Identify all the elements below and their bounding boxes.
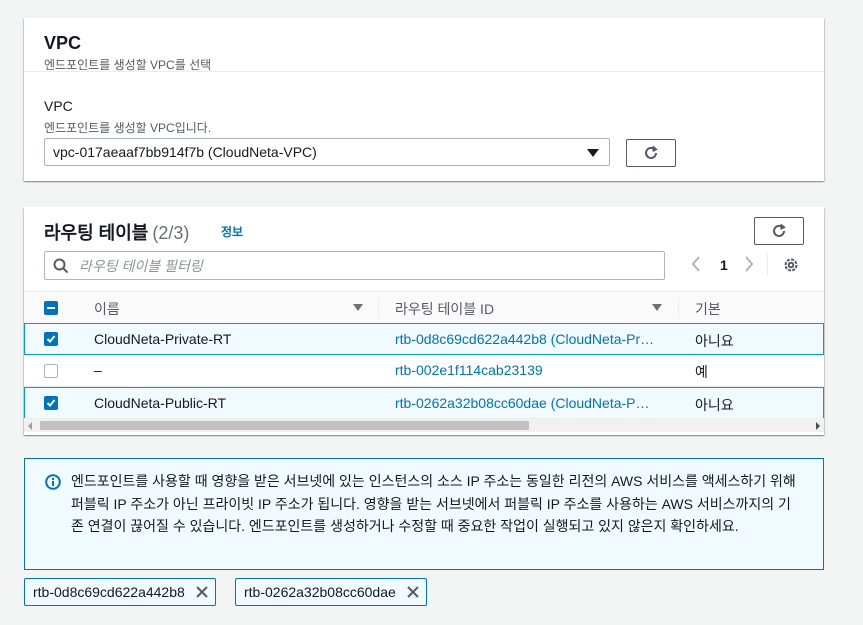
checkmark-icon (46, 399, 56, 407)
scroll-left-arrow-icon[interactable] (28, 422, 32, 430)
vpc-panel-header: VPC 엔드포인트를 생성할 VPC를 선택 (24, 18, 824, 72)
column-divider (378, 298, 379, 318)
table-row[interactable]: CloudNeta-Private-RT rtb-0d8c69cd622a442… (24, 323, 824, 355)
row-route-table-id[interactable]: rtb-0262a32b08cc60dae (CloudNeta-P… (395, 395, 670, 411)
row-checkbox[interactable] (44, 396, 58, 410)
route-tables-table: 이름 라우팅 테이블 ID 기본 CloudNeta-Private-RT rt… (24, 291, 824, 420)
refresh-icon (773, 223, 786, 237)
route-table-filter[interactable] (44, 251, 665, 280)
vpc-select[interactable]: vpc-017aeaaf7bb914f7b (CloudNeta-VPC) (44, 138, 610, 166)
horizontal-scrollbar[interactable] (24, 418, 824, 432)
route-tables-refresh-button[interactable] (754, 217, 804, 245)
column-header-route-table-id[interactable]: 라우팅 테이블 ID (395, 299, 494, 319)
close-icon[interactable] (195, 585, 209, 599)
sort-icon[interactable] (652, 304, 662, 311)
preferences-button[interactable] (782, 256, 800, 277)
row-route-table-id[interactable]: rtb-0d8c69cd622a442b8 (CloudNeta-Pr… (395, 331, 670, 347)
vpc-field-description: 엔드포인트를 생성할 VPC입니다. (44, 121, 212, 135)
refresh-icon (645, 145, 658, 159)
pagination-next-button[interactable] (743, 255, 755, 276)
chevron-right-icon (745, 256, 754, 272)
token-label: rtb-0d8c69cd622a442b8 (33, 584, 185, 600)
vpc-section-description: 엔드포인트를 생성할 VPC를 선택 (44, 58, 212, 72)
vpc-section-title: VPC (44, 33, 82, 53)
column-header-name[interactable]: 이름 (94, 299, 120, 319)
info-link[interactable]: 정보 (221, 223, 243, 240)
close-icon[interactable] (406, 585, 420, 599)
indeterminate-icon (47, 307, 55, 309)
scrollbar-thumb[interactable] (40, 421, 529, 430)
route-tables-title-text: 라우팅 테이블 (44, 223, 149, 243)
route-tables-panel: 라우팅 테이블(2/3) 정보 1 (24, 207, 824, 435)
vpc-refresh-button[interactable] (626, 139, 676, 167)
vpc-panel: VPC 엔드포인트를 생성할 VPC를 선택 VPC 엔드포인트를 생성할 VP… (24, 18, 824, 181)
table-header: 이름 라우팅 테이블 ID 기본 (24, 292, 824, 324)
route-tables-count: (2/3) (152, 223, 190, 243)
table-row[interactable]: – rtb-002e1f114cab23139 예 (24, 355, 824, 387)
row-route-table-id[interactable]: rtb-002e1f114cab23139 (395, 362, 670, 378)
select-all-checkbox[interactable] (44, 301, 58, 315)
route-tables-title: 라우팅 테이블 (2/3) (44, 219, 189, 245)
pagination-page-number[interactable]: 1 (720, 257, 728, 273)
selected-token: rtb-0262a32b08cc60dae (235, 578, 427, 606)
table-row[interactable]: CloudNeta-Public-RT rtb-0262a32b08cc60da… (24, 387, 824, 419)
checkmark-icon (46, 335, 56, 343)
info-alert-text: 엔드포인트를 사용할 때 영향을 받은 서브넷에 있는 인스턴스의 소스 IP … (71, 473, 796, 534)
info-icon (45, 474, 61, 490)
row-name: CloudNeta-Public-RT (94, 395, 227, 411)
route-table-filter-input[interactable] (77, 256, 641, 275)
sort-icon[interactable] (353, 304, 363, 311)
row-main: 예 (695, 364, 708, 380)
column-header-main[interactable]: 기본 (695, 299, 721, 319)
row-checkbox[interactable] (44, 332, 58, 346)
caret-down-icon (587, 149, 599, 157)
row-checkbox[interactable] (44, 364, 58, 378)
vpc-field-label: VPC (44, 98, 73, 114)
info-alert: 엔드포인트를 사용할 때 영향을 받은 서브넷에 있는 인스턴스의 소스 IP … (24, 458, 824, 570)
row-name: – (94, 362, 102, 378)
column-divider (678, 298, 679, 318)
vpc-select-value: vpc-017aeaaf7bb914f7b (CloudNeta-VPC) (53, 144, 317, 160)
pager-divider (767, 254, 768, 276)
scroll-right-arrow-icon[interactable] (816, 422, 820, 430)
gear-icon (784, 258, 798, 272)
chevron-left-icon (691, 256, 700, 272)
search-icon (53, 258, 69, 273)
pagination-prev-button[interactable] (690, 255, 702, 276)
selected-token: rtb-0d8c69cd622a442b8 (24, 578, 216, 606)
row-main: 아니요 (695, 333, 734, 349)
row-main: 아니요 (695, 397, 734, 413)
token-label: rtb-0262a32b08cc60dae (244, 584, 396, 600)
row-name: CloudNeta-Private-RT (94, 331, 232, 347)
